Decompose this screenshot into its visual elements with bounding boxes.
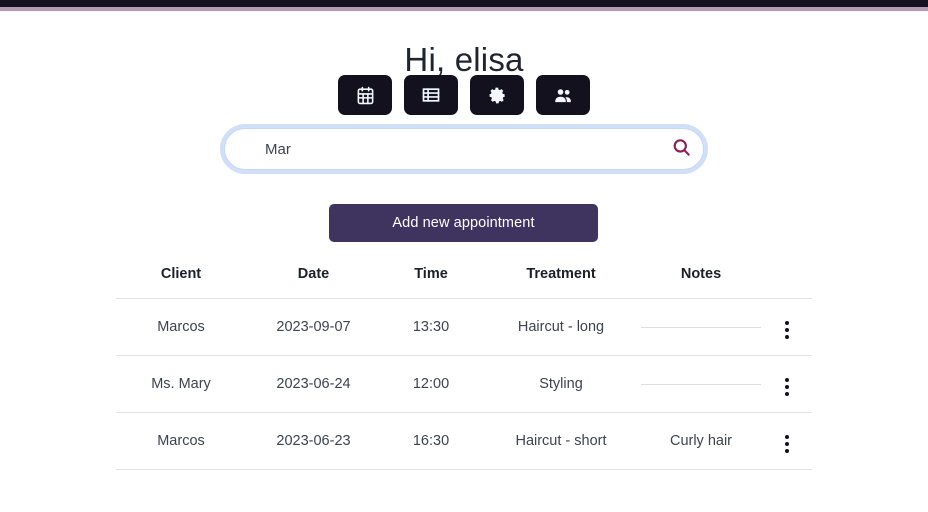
kebab-menu-icon-dot: [784, 385, 789, 389]
kebab-menu-icon-dot: [784, 335, 789, 339]
empty-note-placeholder: [641, 326, 761, 328]
cell-treatment: Haircut - long: [481, 298, 641, 356]
cell-treatment: Haircut - short: [481, 412, 641, 470]
search-bar: [224, 128, 704, 170]
kebab-menu-icon-dot: [784, 328, 789, 332]
cell-client: Marcos: [116, 298, 246, 356]
cell-notes: [641, 298, 761, 356]
column-header-time: Time: [414, 266, 448, 282]
table-row: Marcos 2023-06-23 16:30 Haircut - short Curl…: [116, 412, 812, 470]
nav-button-calendar[interactable]: [338, 75, 392, 115]
cell-actions: [761, 298, 812, 356]
calendar-icon: [356, 86, 375, 105]
cell-client: Marcos: [116, 412, 246, 470]
column-header-notes: Notes: [680, 266, 722, 282]
add-new-appointment-button[interactable]: Add new appointment: [329, 204, 598, 242]
kebab-menu-icon-dot: [784, 321, 789, 325]
users-icon: [553, 85, 574, 106]
column-header-date: Date: [297, 266, 330, 282]
nav-button-settings[interactable]: [470, 75, 524, 115]
cell-treatment: Styling: [481, 355, 641, 413]
cell-actions: [761, 355, 812, 413]
search-submit-button[interactable]: [659, 129, 703, 169]
table-row: Ms. Mary 2023-06-24 12:00 Styling: [116, 355, 812, 413]
row-menu-button[interactable]: [779, 319, 795, 341]
search-field-container[interactable]: [224, 128, 704, 170]
top-accent-bar-mauve: [0, 7, 928, 11]
gear-icon: [488, 86, 507, 105]
search-icon: [671, 137, 692, 161]
nav-button-appointments-list[interactable]: [404, 75, 458, 115]
cell-date: 2023-06-23: [246, 412, 381, 470]
cell-actions: [761, 412, 812, 470]
cell-time: 13:30: [381, 298, 481, 356]
kebab-menu-icon-dot: [784, 442, 789, 446]
appointments-table-wrapper: Client Date Time Treatment Notes Marcos 2…: [116, 266, 812, 470]
column-header-client: Client: [160, 266, 202, 282]
table-row: Marcos 2023-09-07 13:30 Haircut - long: [116, 298, 812, 356]
table-list-icon: [421, 85, 441, 105]
cell-notes: [641, 355, 761, 413]
table-header-row: Client Date Time Treatment Notes: [116, 266, 812, 299]
table-head: Client Date Time Treatment Notes: [116, 266, 812, 299]
row-menu-button[interactable]: [779, 376, 795, 398]
kebab-menu-icon-dot: [784, 449, 789, 453]
search-input[interactable]: [225, 129, 659, 169]
cell-date: 2023-06-24: [246, 355, 381, 413]
nav-button-clients[interactable]: [536, 75, 590, 115]
top-accent-bar-dark: [0, 0, 928, 7]
kebab-menu-icon-dot: [784, 435, 789, 439]
nav-icon-button-row: [0, 75, 928, 115]
cell-date: 2023-09-07: [246, 298, 381, 356]
cell-time: 16:30: [381, 412, 481, 470]
column-header-actions: [761, 266, 812, 299]
table-body: Marcos 2023-09-07 13:30 Haircut - long Ms. M…: [116, 298, 812, 470]
kebab-menu-icon-dot: [784, 378, 789, 382]
empty-note-placeholder: [641, 383, 761, 385]
column-header-treatment: Treatment: [526, 266, 596, 282]
cell-time: 12:00: [381, 355, 481, 413]
cell-notes: Curly hair: [641, 412, 761, 470]
row-menu-button[interactable]: [779, 433, 795, 455]
kebab-menu-icon-dot: [784, 392, 789, 396]
appointments-table: Client Date Time Treatment Notes Marcos 2…: [116, 266, 812, 470]
cell-client: Ms. Mary: [116, 355, 246, 413]
